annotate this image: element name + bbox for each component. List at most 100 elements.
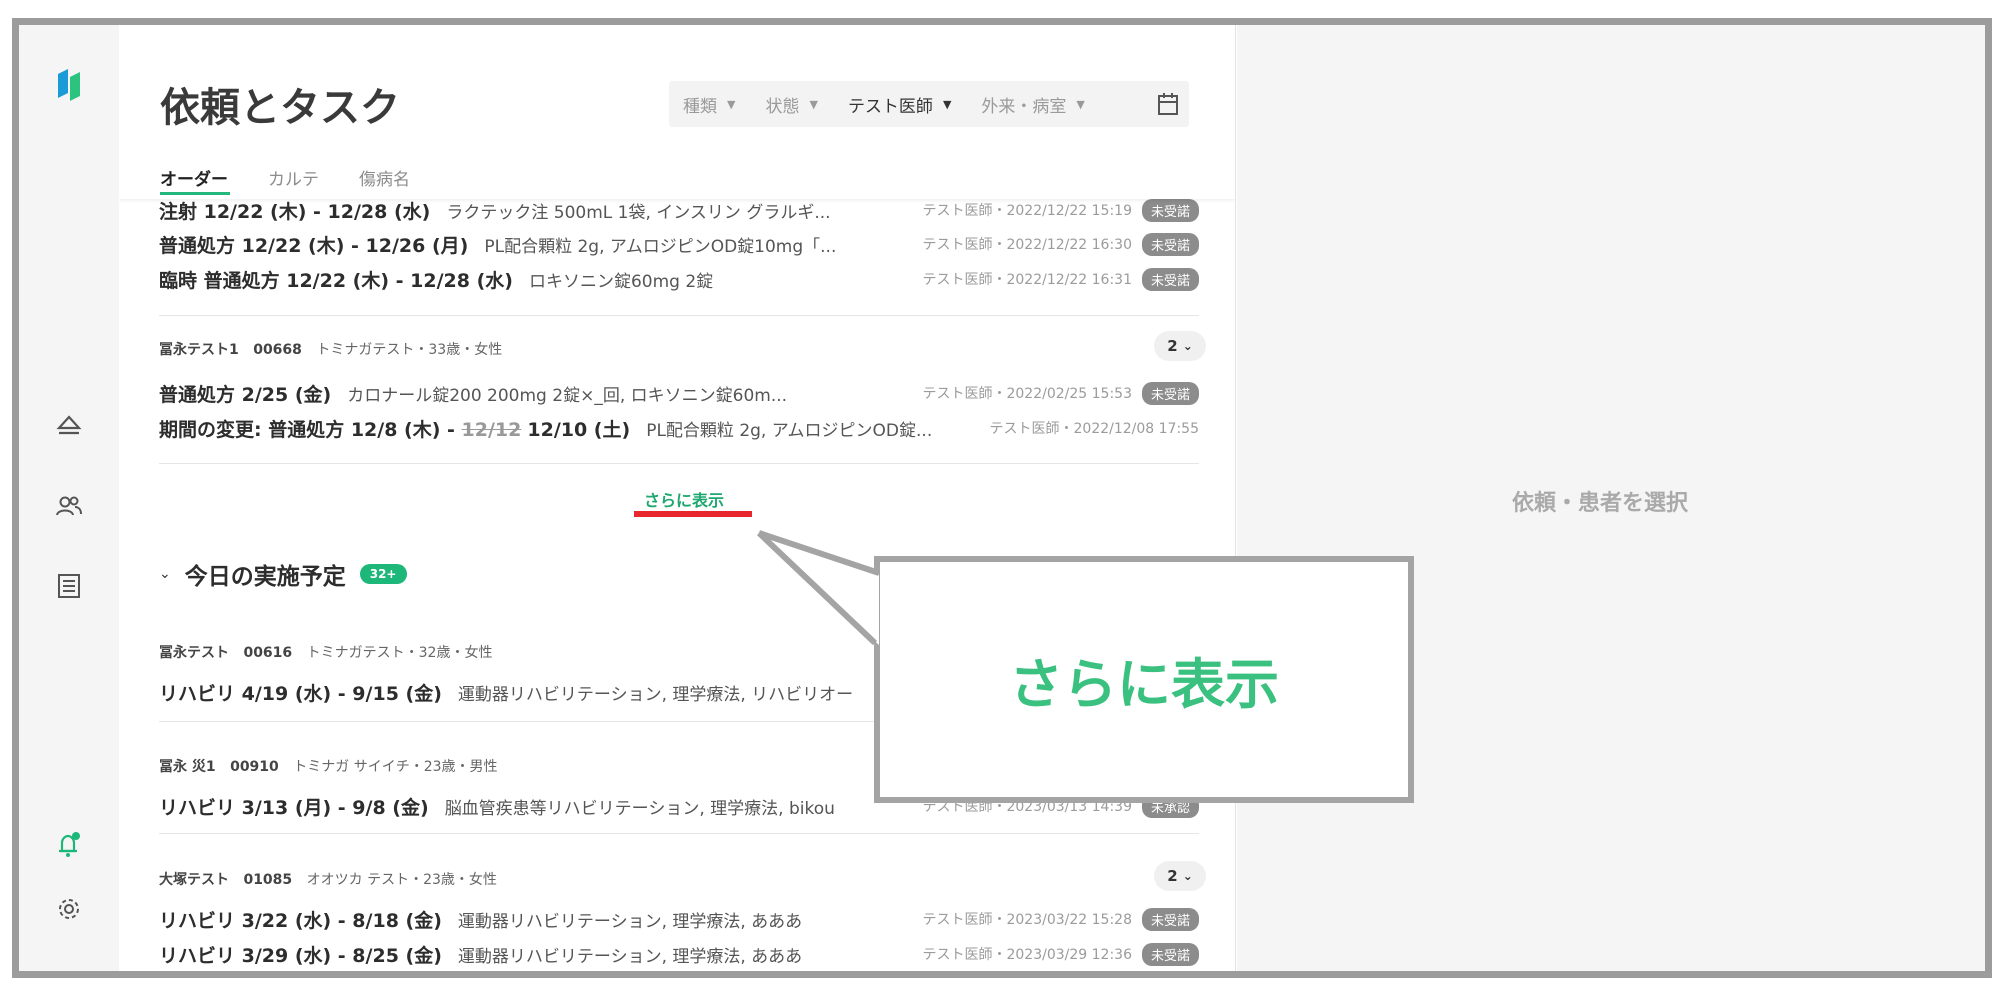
notification-bell-icon[interactable] bbox=[53, 829, 85, 861]
count-badge: 32+ bbox=[359, 564, 407, 584]
caret-down-icon: ▼ bbox=[809, 97, 818, 111]
filter-label: 外来・病室 bbox=[981, 96, 1067, 117]
order-description: PL配合顆粒 2g, アムロジピンOD錠... bbox=[646, 420, 933, 441]
patient-name: 冨永テスト bbox=[159, 645, 229, 661]
caret-down-icon: ▼ bbox=[727, 97, 736, 111]
tab-bar: オーダー カルテ 傷病名 bbox=[160, 165, 450, 195]
patient-header[interactable]: 冨永テスト1 00668 トミナガテスト・33歳・女性 bbox=[159, 339, 502, 359]
order-meta: テスト医師・2022/12/08 17:55 bbox=[989, 421, 1200, 437]
tab-chart[interactable]: カルテ bbox=[268, 165, 319, 195]
divider bbox=[159, 833, 1199, 834]
order-count-toggle[interactable]: 2 ⌄ bbox=[1154, 331, 1206, 361]
order-row[interactable]: 期間の変更: 普通処方 12/8 (木) - 12/12 12/10 (土) PL… bbox=[159, 413, 1199, 443]
status-badge: 未受諾 bbox=[1141, 942, 1199, 966]
task-row[interactable]: リハビリ 3/29 (水) - 8/25 (金) 運動器リハビリテーション, 理… bbox=[159, 939, 1199, 969]
chevron-down-icon: ⌄ bbox=[1182, 869, 1193, 883]
list-icon[interactable] bbox=[53, 570, 85, 602]
page-header: 依頼とタスク 種類 ▼ 状態 ▼ テスト医師 ▼ 外来・病室 ▼ オーダー カル… bbox=[119, 25, 1235, 199]
order-label: 期間の変更: 普通処方 12/8 (木) - 12/12 12/10 (土) bbox=[159, 415, 630, 442]
status-badge: 未受諾 bbox=[1141, 198, 1199, 222]
order-row[interactable]: 注射 12/22 (木) - 12/28 (水) ラクテック注 500mL 1袋… bbox=[159, 195, 1199, 225]
task-row[interactable]: リハビリ 4/19 (水) - 9/15 (金) 運動器リハビリテーション, 理… bbox=[159, 677, 899, 707]
chevron-down-icon[interactable]: ⌄ bbox=[159, 566, 171, 582]
tab-orders[interactable]: オーダー bbox=[160, 165, 230, 195]
order-label: 臨時 普通処方 12/22 (木) - 12/28 (水) bbox=[159, 269, 513, 292]
screenshot-frame: 注射 12/22 (木) - 12/28 (水) ラクテック注 500mL 1袋… bbox=[12, 18, 1992, 978]
patient-name: 冨永 災1 bbox=[159, 759, 216, 775]
status-badge: 未受諾 bbox=[1141, 267, 1199, 291]
caret-down-icon: ▼ bbox=[942, 97, 952, 111]
task-count-toggle[interactable]: 2 ⌄ bbox=[1154, 861, 1206, 891]
section-title: 今日の実施予定 bbox=[184, 564, 346, 590]
order-row[interactable]: 普通処方 2/25 (金) カロナール錠200 200mg 2錠×_回, ロキソ… bbox=[159, 378, 1199, 408]
patient-header[interactable]: 冨永 災1 00910 トミナガ サイイチ・23歳・男性 bbox=[159, 756, 498, 776]
order-meta: テスト医師・2022/12/22 15:19 bbox=[922, 203, 1132, 219]
status-badge: 未受諾 bbox=[1141, 381, 1199, 405]
task-meta: テスト医師・2023/03/29 12:36 bbox=[922, 947, 1132, 963]
eject-icon[interactable] bbox=[53, 409, 85, 441]
patient-id: 00910 bbox=[230, 759, 279, 775]
task-label: リハビリ 3/29 (水) - 8/25 (金) bbox=[159, 944, 442, 967]
filter-bar: 種類 ▼ 状態 ▼ テスト医師 ▼ 外来・病室 ▼ bbox=[669, 81, 1189, 127]
order-label: 普通処方 2/25 (金) bbox=[159, 383, 332, 406]
task-label: リハビリ 3/13 (月) - 9/8 (金) bbox=[159, 796, 429, 819]
order-label: 普通処方 12/22 (木) - 12/26 (月) bbox=[159, 234, 469, 257]
patient-header[interactable]: 冨永テスト 00616 トミナガテスト・32歳・女性 bbox=[159, 642, 492, 662]
divider bbox=[159, 721, 879, 722]
patient-header[interactable]: 大塚テスト 01085 オオツカ テスト・23歳・女性 bbox=[159, 869, 497, 889]
highlight-underline bbox=[634, 511, 752, 517]
task-row[interactable]: リハビリ 3/22 (水) - 8/18 (金) 運動器リハビリテーション, 理… bbox=[159, 904, 1199, 934]
filter-doctor-dropdown[interactable]: テスト医師 ▼ bbox=[848, 92, 951, 117]
callout-text: さらに表示 bbox=[1009, 653, 1279, 716]
today-section-header[interactable]: ⌄ 今日の実施予定 32+ bbox=[159, 557, 407, 591]
divider bbox=[159, 463, 1199, 464]
sidebar bbox=[19, 25, 119, 971]
patient-name: 冨永テスト1 bbox=[159, 342, 239, 358]
task-description: 運動器リハビリテーション, 理学療法, あああ bbox=[457, 946, 803, 967]
task-list-panel: 注射 12/22 (木) - 12/28 (水) ラクテック注 500mL 1袋… bbox=[119, 25, 1236, 971]
order-row[interactable]: 臨時 普通処方 12/22 (木) - 12/28 (水) ロキソニン錠60mg… bbox=[159, 264, 1199, 294]
callout-box: さらに表示 bbox=[874, 556, 1414, 803]
filter-label: テスト医師 bbox=[847, 96, 933, 117]
filter-status-dropdown[interactable]: 状態 ▼ bbox=[765, 92, 817, 117]
filter-type-dropdown[interactable]: 種類 ▼ bbox=[683, 92, 735, 117]
calendar-icon[interactable] bbox=[1157, 92, 1179, 120]
order-label-prefix: 期間の変更: 普通処方 12/8 (木) - bbox=[159, 418, 455, 441]
filter-ward-dropdown[interactable]: 外来・病室 ▼ bbox=[981, 92, 1084, 117]
detail-panel: 依頼・患者を選択 bbox=[1237, 25, 1985, 971]
patient-info: トミナガテスト・32歳・女性 bbox=[306, 645, 493, 661]
order-description: PL配合顆粒 2g, アムロジピンOD錠10mg「... bbox=[484, 236, 837, 257]
tab-diagnosis[interactable]: 傷病名 bbox=[359, 165, 410, 195]
old-end-date: 12/12 bbox=[461, 418, 522, 441]
app-logo-icon[interactable] bbox=[53, 69, 85, 101]
patient-info: トミナガ サイイチ・23歳・男性 bbox=[293, 759, 498, 775]
order-description: ロキソニン錠60mg 2錠 bbox=[528, 271, 714, 292]
task-label: リハビリ 4/19 (水) - 9/15 (金) bbox=[159, 682, 442, 705]
patient-info: オオツカ テスト・23歳・女性 bbox=[306, 872, 497, 888]
callout-tail bbox=[756, 530, 880, 646]
task-label: リハビリ 3/22 (水) - 8/18 (金) bbox=[159, 909, 442, 932]
task-count: 2 bbox=[1167, 867, 1178, 885]
order-meta: テスト医師・2022/12/22 16:31 bbox=[922, 272, 1132, 288]
new-end-date: 12/10 (土) bbox=[527, 418, 631, 441]
filter-label: 種類 bbox=[683, 96, 717, 117]
task-description: 運動器リハビリテーション, 理学療法, リハビリオー bbox=[457, 684, 854, 705]
patient-id: 01085 bbox=[243, 872, 293, 888]
order-label: 注射 12/22 (木) - 12/28 (水) bbox=[159, 200, 431, 223]
status-badge: 未受諾 bbox=[1141, 907, 1199, 931]
order-description: カロナール錠200 200mg 2錠×_回, ロキソニン錠60m... bbox=[347, 385, 788, 406]
order-meta: テスト医師・2022/12/22 16:30 bbox=[922, 237, 1132, 253]
task-meta: テスト医師・2023/03/22 15:28 bbox=[922, 912, 1132, 928]
users-icon[interactable] bbox=[53, 490, 85, 522]
patient-id: 00668 bbox=[253, 342, 302, 358]
caret-down-icon: ▼ bbox=[1076, 97, 1085, 111]
filter-label: 状態 bbox=[765, 96, 800, 117]
task-description: 運動器リハビリテーション, 理学療法, あああ bbox=[457, 911, 803, 932]
patient-info: トミナガテスト・33歳・女性 bbox=[316, 342, 503, 358]
order-row[interactable]: 普通処方 12/22 (木) - 12/26 (月) PL配合顆粒 2g, アム… bbox=[159, 229, 1199, 259]
order-meta: テスト医師・2022/02/25 15:53 bbox=[922, 386, 1132, 402]
settings-gear-icon[interactable] bbox=[53, 893, 85, 925]
show-more-link[interactable]: さらに表示 bbox=[644, 487, 724, 511]
chevron-down-icon: ⌄ bbox=[1182, 339, 1193, 353]
order-count: 2 bbox=[1167, 337, 1178, 355]
